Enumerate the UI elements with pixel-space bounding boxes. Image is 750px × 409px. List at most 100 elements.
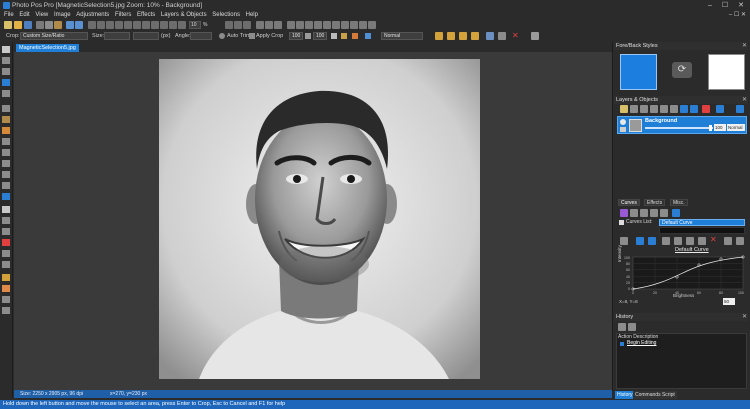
crop-width-field[interactable]: [104, 32, 130, 40]
curves-copy-icon[interactable]: [630, 209, 638, 217]
hand-tool-icon[interactable]: [2, 68, 10, 75]
curve-point-icon[interactable]: [620, 237, 628, 245]
move-tool-icon[interactable]: [2, 46, 10, 53]
rotate-right-icon[interactable]: [234, 21, 242, 29]
settings-icon[interactable]: [498, 32, 506, 40]
layer-bottom-icon[interactable]: [736, 105, 744, 113]
zoom-in-icon[interactable]: [88, 21, 96, 29]
gradient-tool-icon[interactable]: [2, 285, 10, 292]
menu-image[interactable]: Image: [54, 11, 71, 20]
canvas-size-icon[interactable]: [265, 21, 273, 29]
layer-opacity-thumb[interactable]: [709, 125, 712, 131]
resize-icon[interactable]: [256, 21, 264, 29]
history-redo-icon[interactable]: [628, 323, 636, 331]
auto-trim-button[interactable]: Auto Trim: [227, 32, 251, 40]
contrast-icon[interactable]: [296, 21, 304, 29]
pencil-tool-icon[interactable]: [2, 217, 10, 224]
menu-adjustments[interactable]: Adjustments: [76, 11, 109, 20]
layer-row-background[interactable]: Background 100 Normal: [617, 116, 747, 134]
document-tab[interactable]: MagneticSelection5.jpg: [16, 44, 79, 52]
layer-top-icon[interactable]: [716, 105, 724, 113]
sharpen-icon[interactable]: [341, 21, 349, 29]
curve-delete-icon[interactable]: ✕: [710, 235, 717, 244]
noise-icon[interactable]: [359, 21, 367, 29]
blur-icon[interactable]: [350, 21, 358, 29]
menu-selections[interactable]: Selections: [212, 11, 240, 20]
menu-edit[interactable]: Edit: [19, 11, 29, 20]
brush-tool-icon[interactable]: [2, 206, 10, 213]
history-undo-icon[interactable]: [618, 323, 626, 331]
grid-icon[interactable]: [169, 21, 177, 29]
tab-history[interactable]: History: [615, 391, 635, 399]
apply-crop-button[interactable]: Apply Crop: [256, 32, 283, 40]
tool-preset-icon[interactable]: [531, 32, 539, 40]
feather-icon[interactable]: [305, 33, 311, 39]
transform-icon[interactable]: [486, 32, 494, 40]
curve-undo-icon[interactable]: [724, 237, 732, 245]
curve-redo-icon[interactable]: [736, 237, 744, 245]
layer-lock-icon[interactable]: [620, 127, 626, 132]
undo-icon[interactable]: [66, 21, 74, 29]
merge-layer-icon[interactable]: [650, 105, 658, 113]
eyedropper-tool-icon[interactable]: [2, 90, 10, 97]
text-tool-icon[interactable]: [2, 160, 10, 167]
layer-props-icon[interactable]: [640, 105, 648, 113]
zoom-tool-icon[interactable]: [2, 57, 10, 64]
rectangle-select-icon[interactable]: [2, 105, 10, 112]
layer-name[interactable]: Background: [645, 118, 677, 124]
minimize-button[interactable]: –: [703, 1, 717, 10]
pan-tool-icon[interactable]: [160, 21, 168, 29]
fore-back-close-icon[interactable]: ✕: [742, 42, 747, 50]
menu-file[interactable]: File: [4, 11, 14, 20]
auto-trim-icon[interactable]: [219, 33, 225, 39]
curve-value-field[interactable]: 50: [723, 298, 735, 305]
selection-subtract-icon[interactable]: [459, 32, 467, 40]
airbrush-tool-icon[interactable]: [2, 228, 10, 235]
curve-smooth-icon[interactable]: [674, 237, 682, 245]
duplicate-layer-icon[interactable]: [630, 105, 638, 113]
cancel-crop-icon[interactable]: ✕: [512, 31, 519, 40]
crop-tool-icon[interactable]: [2, 79, 10, 86]
levels-icon[interactable]: [305, 21, 313, 29]
tab-commands-script[interactable]: Commands Script: [633, 391, 677, 399]
crop-image-icon[interactable]: [274, 21, 282, 29]
fit-window-icon[interactable]: [106, 21, 114, 29]
curve-invert-icon[interactable]: [698, 237, 706, 245]
tab-misc[interactable]: Misc.: [670, 199, 688, 206]
new-layer-icon[interactable]: [620, 105, 628, 113]
curve-graph[interactable]: 100 80 60 40 20 0 0 20 40 60 80 100: [617, 246, 747, 298]
mask-icon[interactable]: [331, 33, 337, 39]
ruler-icon[interactable]: [178, 21, 186, 29]
history-close-icon[interactable]: ✕: [742, 313, 747, 321]
eraser-tool-icon[interactable]: [2, 250, 10, 257]
move-layer-down-icon[interactable]: [690, 105, 698, 113]
background-color-swatch[interactable]: [708, 54, 745, 90]
blend-mode-select[interactable]: Normal: [381, 32, 423, 40]
menu-filters[interactable]: Filters: [115, 11, 131, 20]
style-icon[interactable]: [365, 33, 371, 39]
layer-fx-icon[interactable]: [670, 105, 678, 113]
open-folder-icon[interactable]: [14, 21, 22, 29]
maximize-button[interactable]: ☐: [718, 1, 732, 10]
lasso-tool-icon[interactable]: [2, 116, 10, 123]
comment-tool-icon[interactable]: [2, 307, 10, 314]
foreground-color-swatch[interactable]: [620, 54, 657, 90]
selection-intersect-icon[interactable]: [471, 32, 479, 40]
line-tool-icon[interactable]: [2, 171, 10, 178]
layer-visibility-icon[interactable]: [620, 119, 626, 125]
copy-icon[interactable]: [45, 21, 53, 29]
flip-icon[interactable]: [243, 21, 251, 29]
apply-crop-icon[interactable]: [249, 33, 255, 39]
curves-apply-icon[interactable]: [650, 209, 658, 217]
layer-opacity-slider[interactable]: [645, 127, 713, 129]
document-window-controls[interactable]: – ☐ ✕: [729, 11, 746, 18]
move-layer-up-icon[interactable]: [680, 105, 688, 113]
zoom-value-field[interactable]: 10: [189, 21, 201, 29]
curves-list-checkbox[interactable]: [619, 220, 624, 225]
brightness-icon[interactable]: [287, 21, 295, 29]
curve-reset-icon[interactable]: [662, 237, 670, 245]
menu-effects[interactable]: Effects: [137, 11, 155, 20]
curve-channel-icon[interactable]: [636, 237, 644, 245]
shape-tool-icon[interactable]: [2, 149, 10, 156]
save-icon[interactable]: [24, 21, 32, 29]
